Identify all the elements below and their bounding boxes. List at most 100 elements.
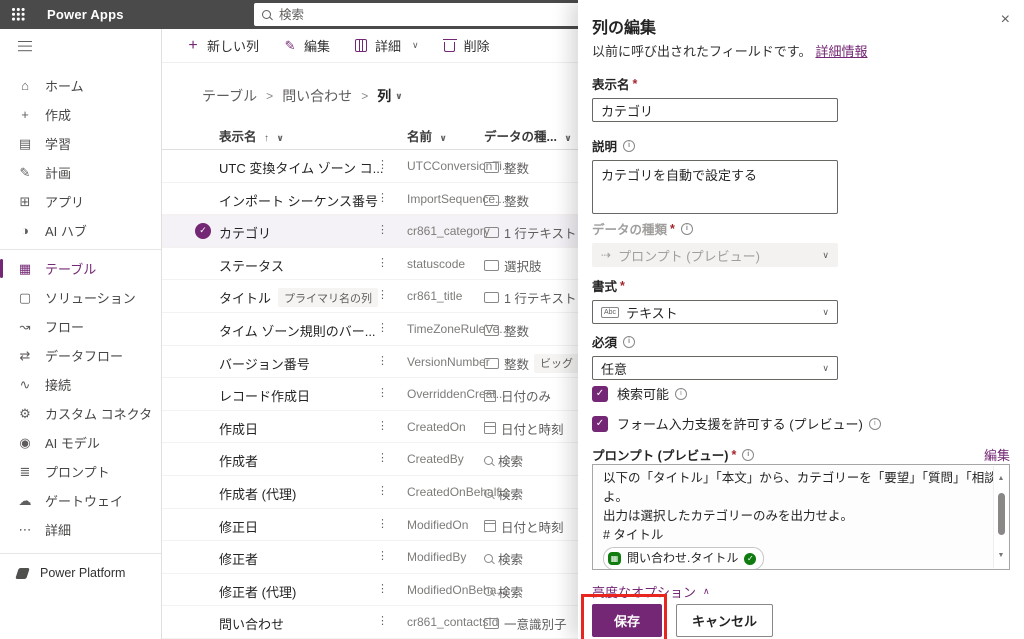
- searchable-checkbox[interactable]: ✓ 検索可能: [592, 384, 687, 403]
- prompt-scrollbar[interactable]: ▲ ▼: [993, 466, 1008, 568]
- data-type-label: データの種類: [592, 219, 667, 238]
- breadcrumb-table-name[interactable]: 問い合わせ: [282, 86, 352, 106]
- sidebar-item-book[interactable]: ▤学習: [0, 129, 161, 158]
- number-type-icon: [484, 358, 499, 369]
- breadcrumb-columns[interactable]: 列 ∨: [377, 86, 402, 106]
- required-marker: *: [620, 279, 625, 293]
- column-logical-name: VersionNumber: [407, 355, 490, 369]
- required-field: 必須 任意 ∨: [592, 332, 1010, 380]
- save-button[interactable]: 保存: [592, 604, 662, 637]
- new-column-button[interactable]: + 新しい列: [186, 36, 259, 55]
- details-button[interactable]: 詳細 ∨: [354, 36, 419, 55]
- prompt-type-icon: ⇢: [601, 248, 611, 262]
- required-value: 任意: [601, 359, 627, 378]
- sidebar-item-home[interactable]: ⌂ホーム: [0, 71, 161, 100]
- delete-button[interactable]: 削除: [443, 36, 490, 55]
- header-data-type[interactable]: データの種... ∨: [484, 126, 572, 145]
- dynamic-field-pill[interactable]: ▦ 問い合わせ.タイトル ✓: [603, 547, 764, 570]
- column-display-name: カテゴリ: [219, 223, 271, 242]
- column-data-type: 整数: [484, 158, 529, 177]
- required-marker: *: [633, 77, 638, 91]
- row-menu-icon[interactable]: ⋮: [377, 451, 388, 464]
- row-menu-icon[interactable]: ⋮: [377, 517, 388, 530]
- description-input[interactable]: カテゴリを自動で設定する: [592, 160, 838, 214]
- row-menu-icon[interactable]: ⋮: [377, 614, 388, 627]
- row-menu-icon[interactable]: ⋮: [377, 158, 388, 171]
- sidebar-item-gateway[interactable]: ☁ゲートウェイ: [0, 486, 161, 515]
- dataflow-icon: ⇄: [17, 348, 33, 364]
- sidebar-item-flow[interactable]: ↝フロー: [0, 312, 161, 341]
- column-logical-name: CreatedOn: [407, 420, 466, 434]
- more-icon: ⋯: [17, 522, 33, 538]
- advanced-options-link[interactable]: 高度なオプション ∧: [592, 582, 710, 601]
- close-icon[interactable]: ×: [1001, 12, 1010, 28]
- row-menu-icon[interactable]: ⋮: [377, 582, 388, 595]
- chevron-down-icon: ∨: [412, 40, 419, 51]
- scroll-up-icon[interactable]: ▲: [998, 466, 1005, 491]
- scroll-down-icon[interactable]: ▼: [998, 543, 1005, 568]
- text-type-icon: [484, 292, 499, 303]
- learn-more-link[interactable]: 詳細情報: [815, 44, 867, 59]
- sidebar-item-more[interactable]: ⋯詳細: [0, 515, 161, 544]
- row-menu-icon[interactable]: ⋮: [377, 223, 388, 236]
- power-apps-window: Power Apps ⌂ホーム+作成▤学習✎計画⊞アプリ◑AI ハブ▦テーブル▢…: [0, 0, 1024, 639]
- format-select[interactable]: Abc テキスト ∨: [592, 300, 838, 324]
- sidebar-item-power-platform[interactable]: Power Platform: [0, 553, 161, 580]
- header-display-name[interactable]: 表示名 ↑ ∨: [219, 126, 284, 145]
- row-menu-icon[interactable]: ⋮: [377, 191, 388, 204]
- info-icon: [623, 336, 635, 348]
- prompt-label: プロンプト (プレビュー): [592, 445, 728, 464]
- app-title[interactable]: Power Apps: [47, 7, 124, 22]
- data-type-value: プロンプト (プレビュー): [618, 246, 760, 265]
- sidebar-item-label: データフロー: [45, 346, 123, 365]
- chevron-up-icon: ∧: [703, 586, 710, 597]
- prompt-textarea[interactable]: 以下の「タイトル」「本文」から、カテゴリーを「要望」「質問」「相談」を1つ選択せ…: [592, 464, 1010, 570]
- info-icon: [675, 388, 687, 400]
- column-display-name: UTC 変換タイム ゾーン コ...: [219, 158, 383, 177]
- datetime-type-icon: [484, 520, 496, 532]
- row-menu-icon[interactable]: ⋮: [377, 549, 388, 562]
- row-menu-icon[interactable]: ⋮: [377, 419, 388, 432]
- display-name-input[interactable]: [592, 98, 838, 122]
- tables-icon: ▦: [17, 261, 33, 277]
- sidebar-footer-label: Power Platform: [40, 566, 125, 580]
- sidebar-item-label: フロー: [45, 317, 84, 336]
- sidebar-item-apps[interactable]: ⊞アプリ: [0, 187, 161, 216]
- prompt-line: 以下の「タイトル」「本文」から、カテゴリーを「要望」「質問」「相談」を1つ選択せ: [603, 469, 985, 488]
- required-marker: *: [731, 448, 736, 462]
- sidebar-item-solutions[interactable]: ▢ソリューション: [0, 283, 161, 312]
- delete-label: 削除: [464, 36, 490, 55]
- power-platform-logo-icon: [15, 568, 30, 579]
- prompt-edit-link[interactable]: 編集: [984, 445, 1010, 464]
- waffle-menu-icon[interactable]: [4, 0, 33, 29]
- row-menu-icon[interactable]: ⋮: [377, 354, 388, 367]
- row-menu-icon[interactable]: ⋮: [377, 484, 388, 497]
- sidebar-item-pencil[interactable]: ✎計画: [0, 158, 161, 187]
- scroll-thumb[interactable]: [998, 493, 1005, 535]
- breadcrumb-tables[interactable]: テーブル: [202, 86, 257, 106]
- sidebar-item-custom-connector[interactable]: ⚙カスタム コネクタ: [0, 399, 161, 428]
- info-icon: [742, 449, 754, 461]
- row-menu-icon[interactable]: ⋮: [377, 386, 388, 399]
- required-select[interactable]: 任意 ∨: [592, 356, 838, 380]
- column-data-type: 整数: [484, 191, 529, 210]
- sidebar-item-plug[interactable]: ∿接続: [0, 370, 161, 399]
- sidebar-item-plus[interactable]: +作成: [0, 100, 161, 129]
- sort-asc-icon: ↑: [264, 133, 269, 144]
- sidebar-item-ai-model[interactable]: ◉AI モデル: [0, 428, 161, 457]
- cancel-button[interactable]: キャンセル: [676, 604, 773, 637]
- row-menu-icon[interactable]: ⋮: [377, 256, 388, 269]
- hamburger-icon[interactable]: [18, 41, 32, 43]
- plug-icon: ∿: [17, 377, 33, 393]
- sidebar-item-dataflow[interactable]: ⇄ データフロー: [0, 341, 161, 370]
- row-menu-icon[interactable]: ⋮: [377, 321, 388, 334]
- sidebar-item-prompt[interactable]: ≣プロンプト: [0, 457, 161, 486]
- header-name[interactable]: 名前 ∨: [407, 126, 447, 145]
- sidebar-item-ai-hub[interactable]: ◑AI ハブ: [0, 216, 161, 245]
- column-display-name: 問い合わせ: [219, 614, 284, 633]
- form-fill-checkbox[interactable]: ✓ フォーム入力支援を許可する (プレビュー): [592, 414, 881, 433]
- edit-button[interactable]: ✎ 編集: [283, 36, 330, 55]
- row-menu-icon[interactable]: ⋮: [377, 288, 388, 301]
- column-display-name: 修正者 (代理): [219, 582, 296, 601]
- sidebar-item-tables[interactable]: ▦テーブル: [0, 254, 161, 283]
